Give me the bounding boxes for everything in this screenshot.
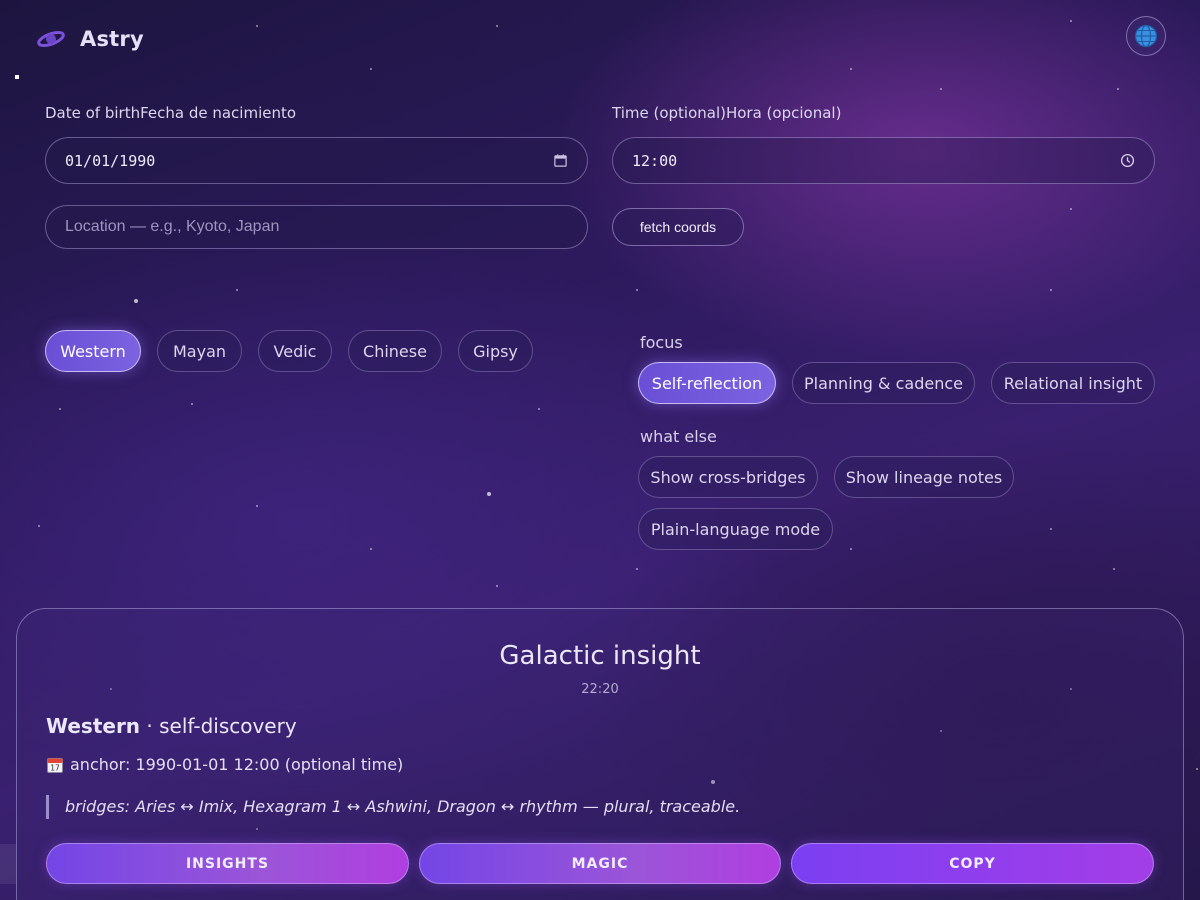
location-input[interactable]: Location — e.g., Kyoto, Japan xyxy=(45,205,588,249)
insight-time: 22:20 xyxy=(581,682,619,697)
globe-icon xyxy=(1134,24,1158,48)
what-else-label: what else xyxy=(640,427,717,446)
anchor-text: anchor: 1990-01-01 12:00 (optional time) xyxy=(70,755,404,774)
dob-label: Date of birthFecha de nacimiento xyxy=(45,104,297,122)
time-input[interactable]: 12:00 xyxy=(612,137,1155,184)
insight-system: Western xyxy=(46,714,141,738)
toggle-plain-language[interactable]: Plain-language mode xyxy=(638,508,833,550)
system-chip-western[interactable]: Western xyxy=(45,330,141,372)
svg-text:17: 17 xyxy=(50,763,60,772)
focus-chip-self-reflection[interactable]: Self-reflection xyxy=(638,362,776,404)
side-tab xyxy=(0,844,16,884)
planet-logo-icon xyxy=(37,31,65,47)
anchor-line: 17 anchor: 1990-01-01 12:00 (optional ti… xyxy=(46,755,403,774)
system-chip-gipsy[interactable]: Gipsy xyxy=(458,330,533,372)
insight-title: Galactic insight xyxy=(499,641,701,671)
insight-system-line: Western · self-discovery xyxy=(46,714,297,738)
toggle-cross-bridges[interactable]: Show cross-bridges xyxy=(638,456,818,498)
time-value: 12:00 xyxy=(632,151,678,170)
focus-chip-planning[interactable]: Planning & cadence xyxy=(792,362,975,404)
app-name: Astry xyxy=(80,27,144,51)
skip-link-marker xyxy=(15,75,19,79)
bridges-quote: bridges: Aries ↔ Imix, Hexagram 1 ↔ Ashw… xyxy=(46,795,740,819)
calendar-icon: 17 xyxy=(47,757,63,773)
insight-theme: · self-discovery xyxy=(140,714,297,738)
system-chip-mayan[interactable]: Mayan xyxy=(157,330,242,372)
toggle-lineage-notes[interactable]: Show lineage notes xyxy=(834,456,1014,498)
focus-label: focus xyxy=(640,333,683,352)
insights-button[interactable]: INSIGHTS xyxy=(46,843,409,884)
magic-button[interactable]: MAGIC xyxy=(419,843,781,884)
clock-picker-icon[interactable] xyxy=(1120,153,1135,168)
fetch-coords-button[interactable]: fetch coords xyxy=(612,208,744,246)
calendar-picker-icon[interactable] xyxy=(553,153,568,168)
dob-value: 01/01/1990 xyxy=(65,151,156,170)
focus-chip-relational[interactable]: Relational insight xyxy=(991,362,1155,404)
brand: Astry xyxy=(36,25,144,53)
copy-button[interactable]: COPY xyxy=(791,843,1154,884)
system-chip-vedic[interactable]: Vedic xyxy=(258,330,332,372)
language-button[interactable] xyxy=(1126,16,1166,56)
system-chip-chinese[interactable]: Chinese xyxy=(348,330,442,372)
time-label: Time (optional)Hora (opcional) xyxy=(612,104,842,122)
dob-input[interactable]: 01/01/1990 xyxy=(45,137,588,184)
location-placeholder: Location — e.g., Kyoto, Japan xyxy=(65,218,280,235)
